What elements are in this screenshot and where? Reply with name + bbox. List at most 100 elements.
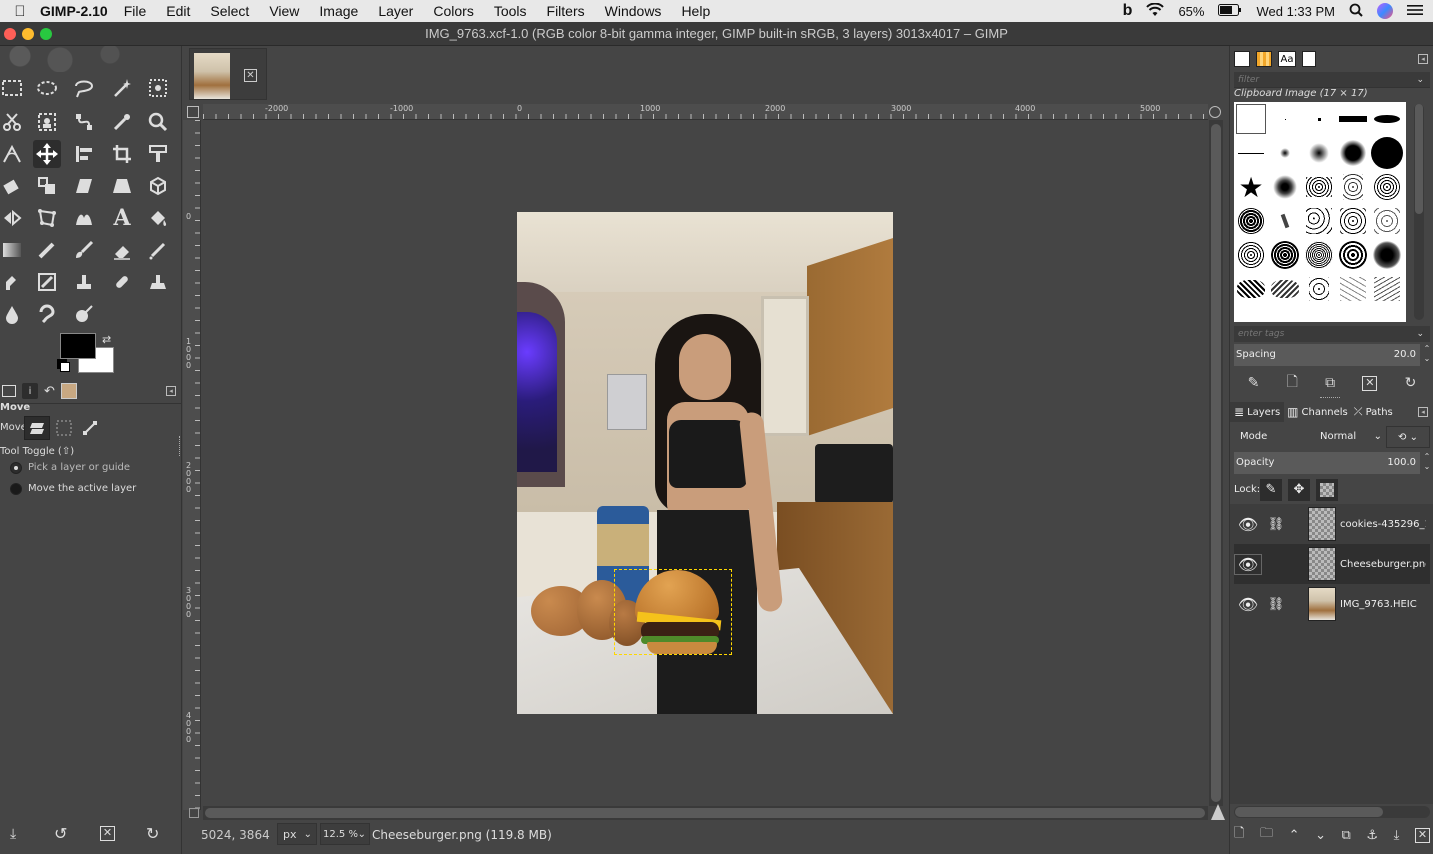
fuzzy-select-tool-icon[interactable]	[108, 74, 136, 102]
brush-pixel-3[interactable]	[1302, 102, 1336, 136]
image-canvas[interactable]	[517, 212, 893, 714]
zoom-fit-toggle-icon[interactable]	[1209, 106, 1221, 118]
configure-tab-icon[interactable]: ◂	[1418, 54, 1428, 64]
layer-opacity-spinscale[interactable]: Opacity 100.0	[1234, 452, 1420, 474]
brush-texture-2[interactable]	[1302, 170, 1336, 204]
shear-tool-icon[interactable]	[70, 172, 98, 200]
menu-edit[interactable]: Edit	[166, 3, 190, 19]
measure-tool-icon[interactable]	[0, 140, 26, 168]
brush-texture-17[interactable]	[1302, 272, 1336, 306]
canvas-horizontal-scrollbar[interactable]	[203, 806, 1208, 820]
unified-transform-tool-icon[interactable]	[144, 140, 172, 168]
duplicate-brush-icon[interactable]: ⧉	[1325, 375, 1335, 391]
move-tool-icon[interactable]	[33, 140, 61, 168]
brush-texture-4[interactable]	[1370, 170, 1404, 204]
app-name-menu[interactable]: GIMP-2.10	[40, 3, 108, 19]
reset-tool-options-icon[interactable]: ↻	[146, 824, 159, 843]
scale-tool-icon[interactable]	[33, 172, 61, 200]
layer-name[interactable]: IMG_9763.HEIC	[1340, 599, 1426, 610]
brush-oval[interactable]	[1370, 102, 1404, 136]
brush-grid[interactable]: ★	[1234, 102, 1406, 322]
brush-texture-14[interactable]	[1370, 238, 1404, 272]
rect-select-tool-icon[interactable]	[0, 74, 26, 102]
menu-help[interactable]: Help	[681, 3, 710, 19]
restore-tool-preset-icon[interactable]: ↺	[54, 824, 67, 843]
brush-texture-5[interactable]	[1234, 204, 1268, 238]
brush-star[interactable]: ★	[1234, 170, 1268, 204]
menu-tools[interactable]: Tools	[494, 3, 527, 19]
align-tool-icon[interactable]	[70, 140, 98, 168]
menu-windows[interactable]: Windows	[605, 3, 662, 19]
menu-colors[interactable]: Colors	[433, 3, 473, 19]
foreground-select-tool-icon[interactable]	[33, 108, 61, 136]
brush-texture-1[interactable]	[1268, 170, 1302, 204]
text-tool-icon[interactable]: A	[108, 204, 136, 232]
b-status-icon[interactable]: b	[1123, 2, 1133, 20]
flip-tool-icon[interactable]	[0, 204, 26, 232]
minimize-window-button[interactable]	[22, 28, 34, 40]
brush-hard-medium[interactable]	[1336, 136, 1370, 170]
blur-tool-icon[interactable]	[0, 300, 26, 328]
unit-select[interactable]: px ⌄	[277, 823, 317, 845]
layer-visibility-eye-icon[interactable]: 👁	[1234, 595, 1262, 614]
menu-view[interactable]: View	[269, 3, 299, 19]
menu-select[interactable]: Select	[210, 3, 249, 19]
layer-name[interactable]: cookies-435296_12	[1340, 519, 1426, 530]
configure-tab-icon[interactable]: ◂	[1418, 407, 1428, 417]
color-picker-tool-icon[interactable]	[108, 108, 136, 136]
pencil-tool-icon[interactable]	[33, 236, 61, 264]
menu-image[interactable]: Image	[319, 3, 358, 19]
battery-percent[interactable]: 65%	[1178, 4, 1204, 19]
wifi-icon[interactable]	[1146, 2, 1165, 20]
cage-transform-tool-icon[interactable]	[33, 204, 61, 232]
opacity-stepper-icon[interactable]: ⌃ ⌄	[1422, 452, 1432, 474]
patterns-tab-icon[interactable]	[1256, 51, 1272, 67]
smudge-tool-icon[interactable]	[33, 300, 61, 328]
brush-texture-9[interactable]	[1370, 204, 1404, 238]
layers-horizontal-scrollbar[interactable]	[1234, 806, 1430, 818]
lock-position-icon[interactable]: ✥	[1288, 479, 1310, 501]
rotate-tool-icon[interactable]	[0, 172, 26, 200]
toolbox-resize-handle[interactable]	[179, 436, 181, 456]
lock-alpha-icon[interactable]	[1316, 479, 1338, 501]
notification-center-icon[interactable]	[1407, 4, 1423, 19]
undo-history-tab-icon[interactable]: ↶	[44, 384, 55, 399]
fonts-tab-icon[interactable]: Aa	[1278, 51, 1296, 67]
layer-row[interactable]: 👁 ⛓ IMG_9763.HEIC	[1234, 584, 1430, 624]
brush-spacing-spinscale[interactable]: Spacing 20.0	[1234, 344, 1420, 366]
brush-texture-11[interactable]	[1268, 238, 1302, 272]
paths-tool-icon[interactable]	[70, 108, 98, 136]
brush-fuzzy-small[interactable]	[1268, 136, 1302, 170]
brush-texture-13[interactable]	[1336, 238, 1370, 272]
move-active-layer-radio[interactable]	[10, 483, 22, 495]
tab-channels[interactable]: ▥ Channels	[1284, 405, 1351, 419]
brush-texture-18[interactable]	[1336, 272, 1370, 306]
horizontal-ruler[interactable]: -2000 -1000 0 1000 2000 3000 4000 5000	[203, 104, 1208, 120]
merge-layer-icon[interactable]: ⤓	[1394, 828, 1400, 843]
layer-row[interactable]: 👁 ⛓ cookies-435296_12	[1234, 504, 1430, 544]
clone-tool-icon[interactable]	[70, 268, 98, 296]
gradient-tool-icon[interactable]	[0, 236, 26, 264]
perspective-clone-tool-icon[interactable]	[144, 268, 172, 296]
brush-texture-10[interactable]	[1234, 238, 1268, 272]
layer-mode-reset-button[interactable]: ⟲ ⌄	[1386, 426, 1430, 448]
brush-texture-7[interactable]	[1302, 204, 1336, 238]
brush-texture-8[interactable]	[1336, 204, 1370, 238]
tab-layers[interactable]: ≣ Layers	[1230, 402, 1285, 422]
brush-clipboard[interactable]	[1234, 102, 1268, 136]
new-brush-icon[interactable]: 🗋	[1287, 371, 1298, 395]
pick-layer-radio[interactable]	[10, 462, 22, 474]
new-layer-group-icon[interactable]: 🗀	[1260, 824, 1273, 846]
move-layer-mode-button[interactable]	[24, 416, 50, 440]
swap-colors-icon[interactable]: ⇄	[102, 333, 111, 346]
bucket-fill-tool-icon[interactable]	[144, 204, 172, 232]
move-path-mode-button[interactable]	[80, 418, 100, 438]
new-layer-icon[interactable]: 🗋	[1234, 824, 1244, 846]
brush-pixel-1[interactable]	[1268, 102, 1302, 136]
brush-texture-6[interactable]	[1268, 204, 1302, 238]
lock-pixels-icon[interactable]: ✎	[1260, 479, 1282, 501]
brush-texture-3[interactable]	[1336, 170, 1370, 204]
anchor-layer-icon[interactable]: ⚓	[1366, 828, 1378, 843]
dock-pane-separator[interactable]	[1320, 397, 1340, 399]
layer-mode-select[interactable]: Normal ⌄	[1320, 426, 1384, 448]
